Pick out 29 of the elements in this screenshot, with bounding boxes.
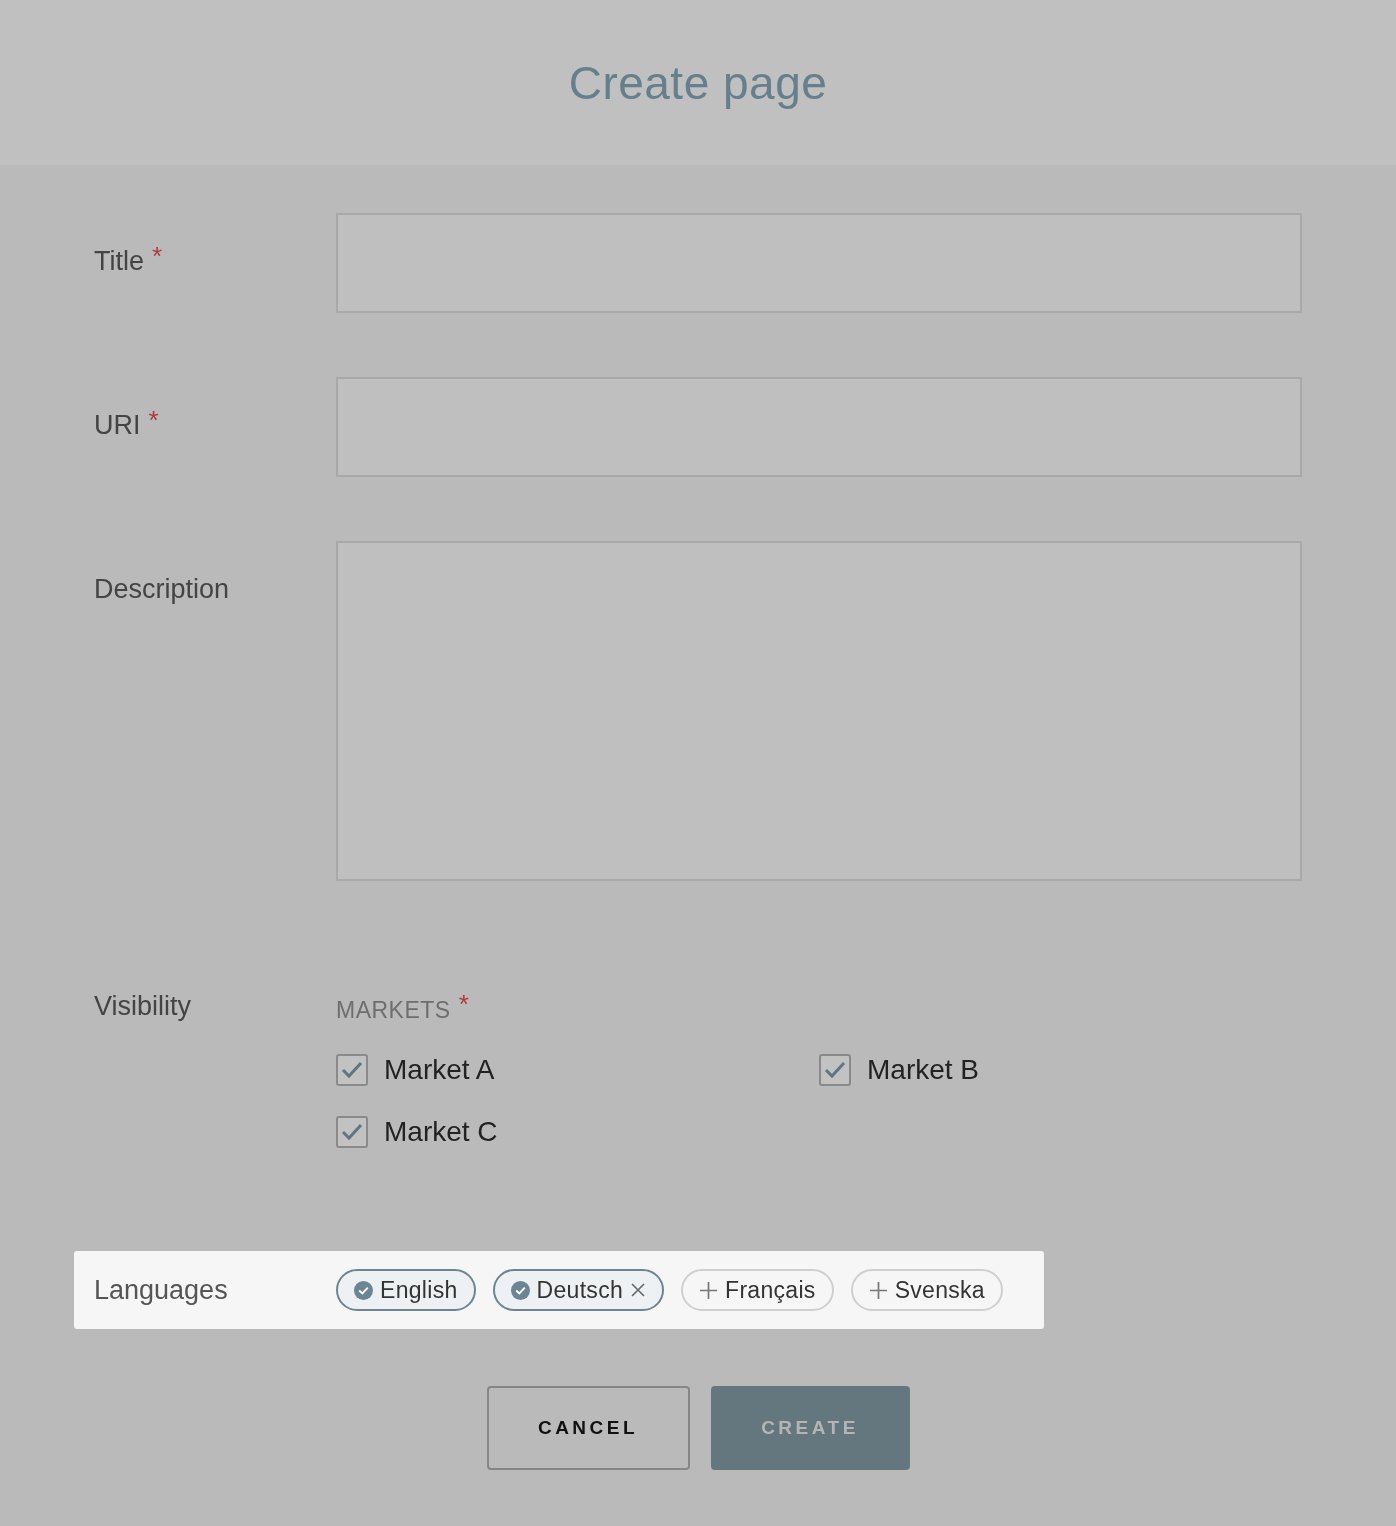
language-chip[interactable]: Français [681, 1269, 834, 1311]
section-label: MARKETS [336, 997, 451, 1024]
checkbox-label: Market C [384, 1116, 498, 1148]
field-label: Visibility [94, 991, 192, 1022]
check-circle-icon [354, 1280, 373, 1300]
checkbox-label: Market B [867, 1054, 980, 1086]
checkbox[interactable] [336, 1116, 368, 1148]
check-icon [341, 1123, 363, 1141]
cancel-button[interactable]: CANCEL [486, 1386, 690, 1470]
check-icon [824, 1061, 846, 1079]
language-chip[interactable]: English [336, 1269, 476, 1311]
required-mark: * [148, 404, 159, 436]
required-mark: * [458, 989, 469, 1020]
checkbox[interactable] [819, 1054, 851, 1086]
check-icon [341, 1061, 363, 1079]
dialog-title: Create page [568, 55, 828, 110]
language-chip[interactable]: Svenska [850, 1269, 1003, 1311]
plus-icon [699, 1280, 719, 1300]
check-circle-icon [510, 1280, 530, 1300]
required-mark: * [152, 240, 163, 272]
plus-icon [868, 1280, 888, 1300]
field-label: Title [94, 245, 144, 277]
language-chip[interactable]: Deutsch [492, 1269, 665, 1311]
field-label: Description [94, 573, 230, 605]
field-label: URI [94, 409, 141, 441]
checkbox[interactable] [336, 1054, 368, 1086]
checkbox-label: Market A [384, 1054, 495, 1086]
close-icon[interactable] [630, 1282, 647, 1298]
field-label: Languages [94, 1274, 229, 1306]
